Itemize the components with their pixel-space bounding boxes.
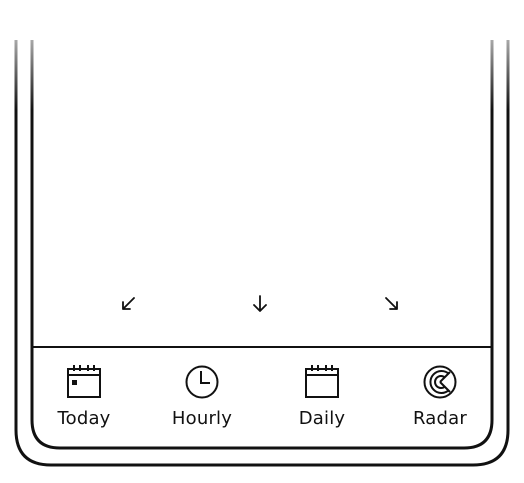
clock-icon: [185, 365, 219, 399]
tab-hourly-label: Hourly: [171, 408, 233, 429]
tab-daily-label: Daily: [298, 408, 346, 429]
calendar-today-icon: [67, 365, 101, 398]
arrow-down-icon: [253, 295, 267, 312]
arrow-down-right-icon: [385, 297, 398, 310]
tab-radar-label: Radar: [413, 408, 467, 429]
phone-screen: Today Hourly Daily Radar: [0, 0, 524, 483]
tab-today-label: Today: [57, 408, 111, 429]
arrow-down-left-icon: [122, 297, 135, 310]
radar-icon: [423, 365, 457, 399]
calendar-icon: [305, 365, 339, 398]
